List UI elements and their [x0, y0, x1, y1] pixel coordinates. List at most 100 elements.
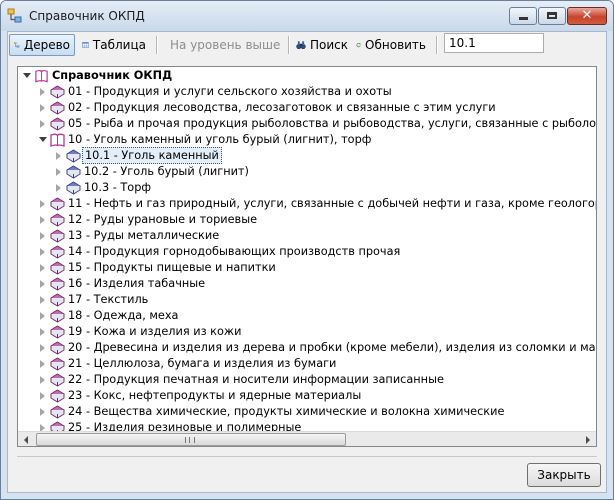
expand-arrow-icon[interactable]	[40, 392, 45, 400]
tree-node-label: 23 - Кокс, нефтепродукты и ядерные матер…	[68, 389, 362, 402]
tree-node-label: 24 - Вещества химические, продукты химич…	[68, 405, 505, 418]
tree-node-label: 12 - Руды урановые и ториевые	[68, 213, 258, 226]
refresh-label: Обновить	[365, 38, 426, 52]
minimize-icon	[519, 17, 528, 20]
toolbar-separator	[436, 36, 438, 54]
book-icon	[50, 197, 65, 211]
expand-arrow-icon[interactable]	[40, 312, 45, 320]
book-icon	[50, 389, 65, 403]
title-bar[interactable]: Справочник ОКПД ✕	[1, 1, 613, 31]
expand-arrow-icon[interactable]	[40, 360, 45, 368]
expand-arrow-icon[interactable]	[40, 216, 45, 224]
grip-icon	[185, 437, 195, 443]
toolbar: Дерево Таблица На уровень выше Поиск Обн…	[8, 32, 606, 58]
tree-node-label: 10.3 - Торф	[84, 181, 152, 194]
expand-arrow-icon[interactable]	[40, 264, 45, 272]
expand-arrow-icon[interactable]	[23, 73, 31, 78]
book-icon	[50, 309, 65, 323]
tree-node-label: 19 - Кожа и изделия из кожи	[68, 325, 242, 338]
maximize-button[interactable]	[538, 7, 566, 25]
refresh-icon	[356, 43, 361, 48]
tree-node-label: 15 - Продукты пищевые и напитки	[68, 261, 276, 274]
expand-arrow-icon[interactable]	[56, 184, 61, 192]
expand-arrow-icon[interactable]	[40, 200, 45, 208]
binoculars-icon	[296, 41, 306, 50]
book-icon	[50, 261, 65, 275]
toolbar-separator	[288, 36, 290, 54]
tree-node-label: 05 - Рыба и прочая продукция рыболовства…	[68, 117, 596, 130]
expand-arrow-icon[interactable]	[40, 328, 45, 336]
tree-node-label: 11 - Нефть и газ природный, услуги, связ…	[68, 197, 597, 210]
tree-node-label: 10 - Уголь каменный и уголь бурый (лигни…	[68, 133, 372, 146]
expand-arrow-icon[interactable]	[40, 248, 45, 256]
book-icon	[50, 293, 65, 307]
book-icon	[50, 357, 65, 371]
expand-arrow-icon[interactable]	[40, 296, 45, 304]
expand-arrow-icon[interactable]	[40, 344, 45, 352]
okpd-window: Справочник ОКПД ✕ Дерево Таблица На уров…	[0, 0, 614, 500]
tree-root-label: Справочник ОКПД	[52, 69, 173, 82]
maximize-icon	[547, 12, 557, 19]
tree-node-label: 20 - Древесина и изделия из дерева и про…	[68, 341, 596, 354]
tree-node-label: 14 - Продукция горнодобывающих производс…	[68, 245, 401, 258]
minimize-button[interactable]	[509, 7, 537, 25]
tree-node-label: 16 - Изделия табачные	[68, 277, 206, 290]
tree-view-icon	[14, 42, 20, 48]
book-icon	[50, 213, 65, 227]
tree-app-icon	[7, 8, 22, 23]
collapse-arrow-icon[interactable]	[39, 137, 47, 142]
table-icon	[82, 42, 89, 48]
window-title: Справочник ОКПД	[29, 9, 145, 23]
tree-node-label: 02 - Продукция лесоводства, лесозаготово…	[68, 101, 496, 114]
window-body: Дерево Таблица На уровень выше Поиск Обн…	[7, 31, 607, 493]
expand-arrow-icon[interactable]	[40, 104, 45, 112]
book-icon	[50, 85, 65, 99]
tree-node-label: 22 - Продукция печатная и носители инфор…	[68, 373, 444, 386]
level-up-label: На уровень выше	[170, 38, 281, 52]
close-icon: ✕	[581, 8, 593, 23]
book-icon	[50, 325, 65, 339]
tree-node-label: 01 - Продукция и услуги сельского хозяйс…	[68, 85, 392, 98]
tree-view-button[interactable]: Дерево	[9, 34, 75, 56]
close-dialog-button[interactable]: Закрыть	[527, 463, 601, 487]
expand-arrow-icon[interactable]	[56, 168, 61, 176]
book-icon	[50, 117, 65, 131]
expand-arrow-icon[interactable]	[40, 120, 45, 128]
scroll-right-icon[interactable]	[580, 432, 596, 447]
expand-arrow-icon[interactable]	[40, 232, 45, 240]
code-search-input[interactable]: 10.1	[444, 33, 544, 53]
search-button[interactable]: Поиск	[292, 34, 352, 56]
tree-node-label: 21 - Целлюлоза, бумага и изделия из бума…	[68, 357, 337, 370]
book-icon	[66, 165, 81, 179]
scrollbar-thumb[interactable]	[36, 433, 346, 446]
book-icon	[35, 69, 48, 83]
open-book-icon	[50, 133, 65, 147]
window-close-button[interactable]: ✕	[567, 7, 607, 25]
horizontal-scrollbar[interactable]	[18, 431, 596, 447]
level-up-button[interactable]: На уровень выше	[162, 34, 282, 56]
table-view-label: Таблица	[92, 38, 146, 52]
okpd-tree[interactable]: Справочник ОКПД 01 - Продукция и услуги …	[17, 66, 597, 447]
tree-node-label: 10.1 - Уголь каменный	[82, 147, 222, 164]
refresh-button[interactable]: Обновить	[352, 34, 430, 56]
search-label: Поиск	[309, 38, 348, 52]
book-icon	[50, 405, 65, 419]
book-icon	[50, 341, 65, 355]
tree-node-label: 13 - Руды металлические	[68, 229, 220, 242]
expand-arrow-icon[interactable]	[40, 408, 45, 416]
book-icon	[66, 149, 81, 163]
tree-view-label: Дерево	[23, 38, 70, 52]
book-icon	[50, 277, 65, 291]
book-icon	[50, 101, 65, 115]
book-icon	[50, 229, 65, 243]
tree-node-label: 17 - Текстиль	[68, 293, 149, 306]
expand-arrow-icon[interactable]	[40, 88, 45, 96]
expand-arrow-icon[interactable]	[40, 280, 45, 288]
expand-arrow-icon[interactable]	[56, 152, 61, 160]
expand-arrow-icon[interactable]	[40, 376, 45, 384]
scroll-left-icon[interactable]	[18, 432, 34, 447]
table-view-button[interactable]: Таблица	[78, 34, 150, 56]
book-icon	[50, 245, 65, 259]
tree-node-label: 10.2 - Уголь бурый (лигнит)	[84, 165, 249, 178]
book-icon	[66, 181, 81, 195]
